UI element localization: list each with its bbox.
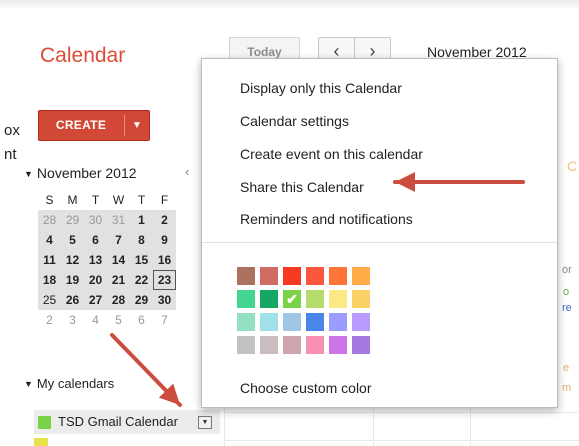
annotation-arrow-head <box>395 172 415 192</box>
annotation-arrows <box>110 172 525 407</box>
calendar-app: Calendar Today ‹ › November 2012 ox nt C… <box>0 0 579 446</box>
